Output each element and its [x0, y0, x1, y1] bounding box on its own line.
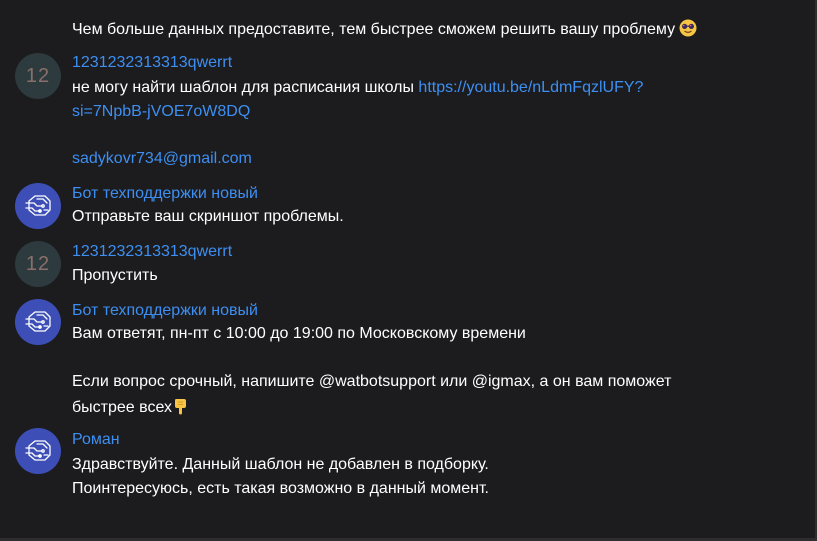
sender-name[interactable]: Бот техподдержки новый: [72, 302, 258, 320]
email-link[interactable]: sadykovr734@gmail.com: [72, 150, 252, 168]
sender-name[interactable]: Роман: [72, 431, 120, 449]
sunglasses-face-icon: [679, 19, 697, 42]
youtube-link-continuation[interactable]: si=7NpbB-jVOE7oW8DQ: [72, 103, 250, 121]
message-text: Чем больше данных предоставите, тем быст…: [72, 19, 697, 42]
avatar[interactable]: 12: [15, 241, 61, 287]
message-text: Вам ответят, пн-пт с 10:00 до 19:00 по М…: [72, 325, 526, 342]
robot-head-icon: [25, 440, 51, 461]
avatar[interactable]: [15, 428, 61, 474]
robot-head-icon: [25, 311, 51, 332]
youtube-link[interactable]: https://youtu.be/nLdmFqzlUFY?: [418, 79, 643, 96]
message-text: Поинтересуюсь, есть такая возможно в дан…: [72, 480, 489, 497]
message-text-line: Чем больше данных предоставите, тем быст…: [72, 21, 676, 38]
message-text: Здравствуйте. Данный шаблон не добавлен …: [72, 456, 489, 473]
message-text: Пропустить: [72, 267, 158, 284]
message-text-line: быстрее всех: [72, 399, 172, 416]
message-text: Если вопрос срочный, напишите @watbotsup…: [72, 373, 672, 390]
pointing-down-hand-icon: [173, 397, 189, 420]
robot-head-icon: [25, 195, 51, 216]
avatar[interactable]: 12: [15, 53, 61, 99]
sender-name[interactable]: 1231232313313qwerrt: [72, 54, 232, 72]
message-text: быстрее всех: [72, 397, 189, 420]
avatar-text: 12: [25, 252, 51, 275]
message-text: не могу найти шаблон для расписания школ…: [72, 79, 643, 97]
sender-name[interactable]: 1231232313313qwerrt: [72, 243, 232, 261]
avatar[interactable]: [15, 183, 61, 229]
avatar-text: 12: [25, 64, 51, 87]
message-text-line: не могу найти шаблон для расписания школ…: [72, 79, 419, 96]
sender-name[interactable]: Бот техподдержки новый: [72, 185, 258, 203]
avatar[interactable]: [15, 299, 61, 345]
message-text: Отправьте ваш скриншот проблемы.: [72, 208, 344, 225]
